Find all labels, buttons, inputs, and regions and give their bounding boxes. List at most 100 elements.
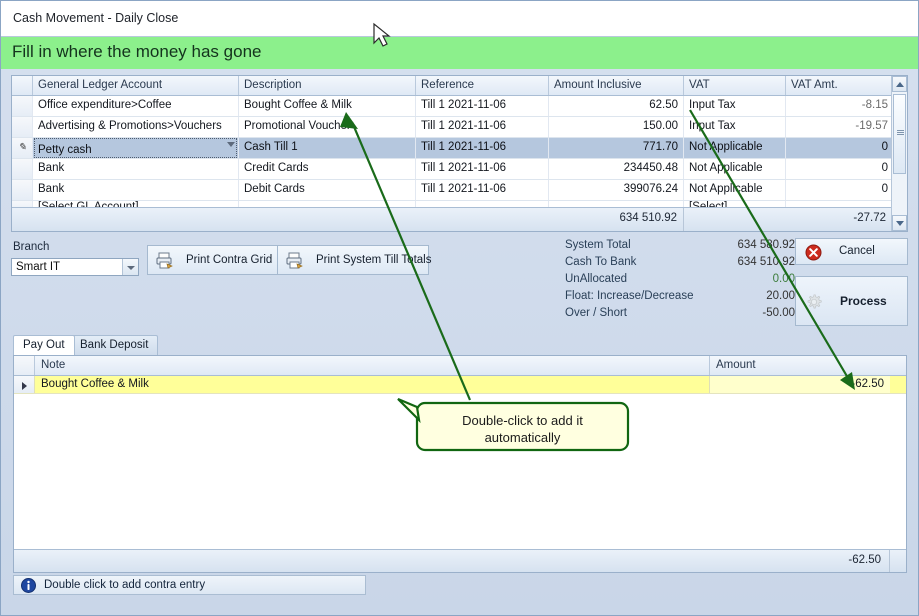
instruction-banner: Fill in where the money has gone [1,37,918,69]
cell-reference[interactable]: Till 1 2021-11-06 [416,159,549,179]
cell-amount-inclusive[interactable]: 771.70 [549,138,684,158]
info-icon [21,578,36,593]
table-row[interactable]: Office expenditure>Coffee Bought Coffee … [12,96,907,117]
cell-amount-inclusive[interactable]: 62.50 [549,96,684,116]
cell-gl-account[interactable]: Advertising & Promotions>Vouchers [33,117,239,137]
table-row[interactable]: Bank Credit Cards Till 1 2021-11-06 2344… [12,159,907,180]
cell-vat[interactable]: Input Tax [684,96,786,116]
cell-description[interactable]: Debit Cards [239,180,416,200]
column-header-marker [12,76,33,95]
process-label: Process [840,294,887,308]
print-system-till-totals-button[interactable]: Print System Till Totals [277,245,432,275]
chevron-up-icon [896,82,904,87]
row-marker [12,96,33,116]
column-header-description[interactable]: Description [239,76,416,95]
column-header-note[interactable]: Note [35,356,710,375]
title-bar: Cash Movement - Daily Close [1,1,918,37]
contra-grid-footer: 634 510.92 -27.72 [12,207,907,231]
contra-grid-scrollbar[interactable] [891,76,907,231]
total-value: 20.00 [766,290,795,302]
cell-gl-account[interactable]: Bank [33,180,239,200]
cell-vat-amt[interactable]: -19.57 [786,117,893,137]
chevron-down-icon[interactable] [227,142,235,147]
cell-vat-amt[interactable]: 0 [786,180,893,200]
total-label: Float: Increase/Decrease [565,290,694,302]
print-contra-grid-button[interactable]: Print Contra Grid [147,245,281,275]
cell-description[interactable]: Bought Coffee & Milk [239,96,416,116]
status-bar[interactable]: Double click to add contra entry [13,575,366,595]
printer-icon [156,252,173,269]
column-header-vat-amt[interactable]: VAT Amt. [786,76,893,95]
cell-gl-account-editor[interactable]: Petty cash [33,138,239,158]
total-label: UnAllocated [565,273,628,285]
cell-amount-inclusive[interactable]: 150.00 [549,117,684,137]
tab-pay-out[interactable]: Pay Out [13,335,75,355]
cancel-button[interactable]: Cancel [795,238,908,265]
row-marker-current [14,376,35,393]
column-header-gl-account[interactable]: General Ledger Account [33,76,239,95]
table-row[interactable]: Bank Debit Cards Till 1 2021-11-06 39907… [12,180,907,201]
cell-description[interactable]: Cash Till 1 [239,138,416,158]
row-marker [12,180,33,200]
callout-text: Double-click to add it automatically [417,412,628,446]
window-title: Cash Movement - Daily Close [13,11,179,25]
cell-vat-amt[interactable]: -8.15 [786,96,893,116]
print-system-till-totals-label: Print System Till Totals [316,254,432,266]
tab-bank-deposit[interactable]: Bank Deposit [70,335,159,355]
cancel-label: Cancel [839,245,875,257]
branch-selected-value: Smart IT [16,261,61,273]
row-marker-edit: ✎ [12,138,33,158]
cell-gl-account[interactable]: Office expenditure>Coffee [33,96,239,116]
total-row-unallocated: UnAllocated 0.00 [565,272,795,289]
close-icon [805,244,822,261]
callout-line-1: Double-click to add it [462,413,583,428]
table-row[interactable]: Advertising & Promotions>Vouchers Promot… [12,117,907,138]
cell-vat[interactable]: Not Applicable [684,159,786,179]
cell-reference[interactable]: Till 1 2021-11-06 [416,96,549,116]
cell-reference[interactable]: Till 1 2021-11-06 [416,117,549,137]
scrollbar-thumb[interactable] [893,94,906,174]
cell-vat[interactable]: Not Applicable [684,180,786,200]
status-bar-text: Double click to add contra entry [44,579,206,591]
column-header-amount[interactable]: Amount [710,356,890,375]
cell-gl-account[interactable]: Bank [33,159,239,179]
cell-amount-inclusive[interactable]: 399076.24 [549,180,684,200]
chevron-down-icon[interactable] [122,259,138,275]
cell-reference[interactable]: Till 1 2021-11-06 [416,180,549,200]
pay-out-grid-footer: -62.50 [14,549,906,572]
cell-amount-inclusive[interactable]: 234450.48 [549,159,684,179]
cell-note[interactable]: Bought Coffee & Milk [35,376,710,393]
row-marker [12,117,33,137]
editor-focus-outline [34,138,237,158]
cell-vat-amt[interactable]: 0 [786,159,893,179]
contra-grid[interactable]: General Ledger Account Description Refer… [11,75,908,232]
branch-select[interactable]: Smart IT [11,258,139,276]
process-button[interactable]: Process [795,276,908,326]
printer-icon [286,252,303,269]
cell-description[interactable]: Promotional Voucher [239,117,416,137]
scroll-down-button[interactable] [892,215,907,231]
total-row-float: Float: Increase/Decrease 20.00 [565,289,795,306]
table-row[interactable]: Bought Coffee & Milk -62.50 [14,376,906,394]
total-label: Cash To Bank [565,256,637,268]
footer-vat-total: -27.72 [786,208,893,231]
total-row-over-short: Over / Short -50.00 [565,306,795,323]
total-value: 634 580.92 [737,239,795,251]
table-row-selected[interactable]: ✎ Petty cash Cash Till 1 Till 1 2021-11-… [12,138,907,159]
callout-line-2: automatically [484,430,561,445]
print-contra-grid-label: Print Contra Grid [186,254,273,266]
column-header-amount-inclusive[interactable]: Amount Inclusive [549,76,684,95]
column-header-reference[interactable]: Reference [416,76,549,95]
cell-vat[interactable]: Input Tax [684,117,786,137]
pay-out-grid[interactable]: Note Amount Bought Coffee & Milk -62.50 … [13,355,907,573]
pencil-icon: ✎ [18,142,27,153]
cell-vat[interactable]: Not Applicable [684,138,786,158]
scroll-up-button[interactable] [892,76,907,92]
cell-amount[interactable]: -62.50 [710,376,890,393]
cell-reference[interactable]: Till 1 2021-11-06 [416,138,549,158]
cell-vat-amt[interactable]: 0 [786,138,893,158]
total-value: 0.00 [772,273,795,285]
contra-grid-header: General Ledger Account Description Refer… [12,76,907,96]
column-header-vat[interactable]: VAT [684,76,786,95]
cell-description[interactable]: Credit Cards [239,159,416,179]
